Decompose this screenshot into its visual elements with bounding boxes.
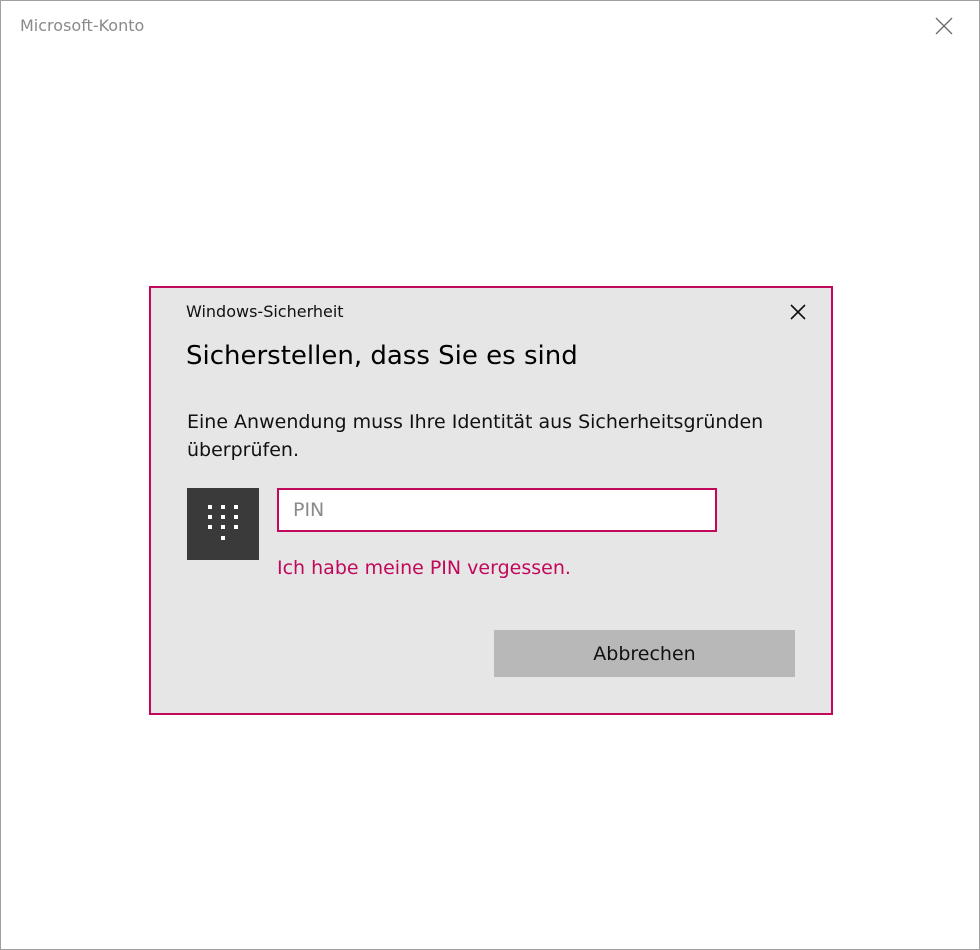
microsoft-account-window: Microsoft-Konto Windows-Sicherheit Siche…	[0, 0, 980, 950]
pin-tile	[187, 488, 259, 560]
dialog-caption: Windows-Sicherheit	[186, 302, 344, 321]
windows-security-dialog: Windows-Sicherheit Sicherstellen, dass S…	[149, 286, 833, 715]
cancel-button[interactable]: Abbrechen	[494, 630, 795, 677]
forgot-pin-link[interactable]: Ich habe meine PIN vergessen.	[277, 557, 571, 579]
keypad-icon	[208, 505, 238, 540]
close-icon	[790, 304, 806, 320]
window-close-button[interactable]	[931, 13, 957, 39]
close-icon	[935, 17, 953, 35]
pin-input[interactable]	[277, 488, 717, 532]
window-title: Microsoft-Konto	[20, 16, 145, 35]
dialog-heading: Sicherstellen, dass Sie es sind	[186, 341, 578, 371]
dialog-message: Eine Anwendung muss Ihre Identität aus S…	[187, 411, 764, 461]
dialog-close-button[interactable]	[788, 302, 808, 322]
